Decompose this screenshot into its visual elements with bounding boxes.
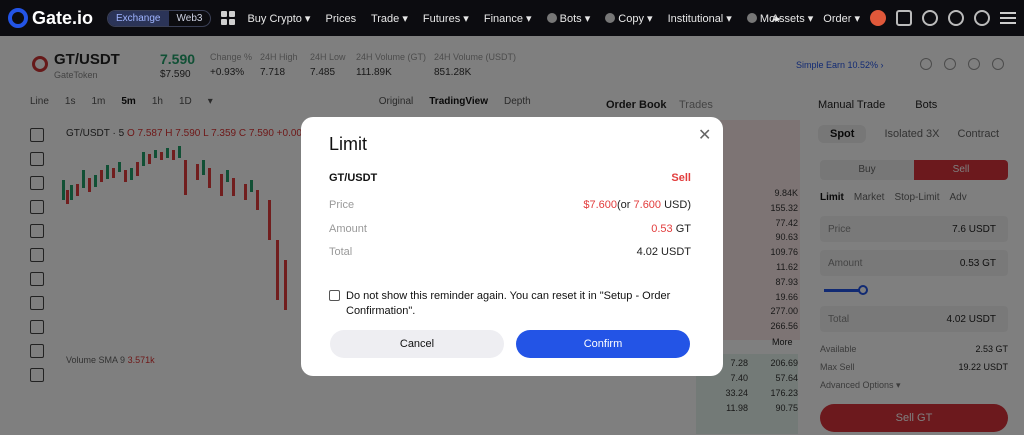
dialog-pair: GT/USDT xyxy=(329,172,378,184)
segment-exchange[interactable]: Exchange xyxy=(108,10,169,26)
close-icon[interactable]: ✕ xyxy=(698,125,711,145)
copy-icon xyxy=(605,12,616,23)
logo-icon xyxy=(8,8,28,28)
avatar[interactable] xyxy=(870,10,886,26)
limit-confirm-dialog: Limit ✕ GT/USDT Sell Price $7.600(or 7.6… xyxy=(301,117,723,376)
nav-finance[interactable]: Finance ▾ xyxy=(484,13,532,25)
cancel-button[interactable]: Cancel xyxy=(330,330,504,358)
segment-web3[interactable]: Web3 xyxy=(169,11,211,26)
dialog-title: Limit xyxy=(329,134,368,154)
nav-assets[interactable]: Assets ▾ xyxy=(772,12,814,25)
reminder-checkbox[interactable] xyxy=(329,290,340,301)
nav-bots[interactable]: Bots ▾ xyxy=(560,13,591,25)
top-right-menu: Assets ▾ Order ▾ xyxy=(772,0,1016,36)
nav-buy-crypto[interactable]: Buy Crypto ▾ xyxy=(247,13,310,25)
notification-icon[interactable] xyxy=(922,10,938,26)
nav-futures[interactable]: Futures ▾ xyxy=(423,13,469,25)
nav-institutional[interactable]: Institutional ▾ xyxy=(668,13,732,25)
nav-trade[interactable]: Trade ▾ xyxy=(371,13,408,25)
download-icon[interactable] xyxy=(896,10,912,26)
more-icon xyxy=(746,12,757,23)
main-nav: Buy Crypto ▾ Prices Trade ▾ Futures ▾ Fi… xyxy=(247,12,792,25)
confirm-button[interactable]: Confirm xyxy=(516,330,690,358)
search-icon[interactable] xyxy=(974,10,990,26)
apps-grid-icon[interactable] xyxy=(221,11,236,25)
reminder-text: Do not show this reminder again. You can… xyxy=(346,290,671,317)
menu-icon[interactable] xyxy=(1000,12,1016,24)
nav-order[interactable]: Order ▾ xyxy=(823,12,860,25)
brand-name: Gate.io xyxy=(32,7,94,28)
dialog-total-row: Total 4.02 USDT xyxy=(329,246,691,258)
exchange-web3-switch[interactable]: Exchange Web3 xyxy=(107,9,212,27)
dialog-amount-row: Amount 0.53 GT xyxy=(329,223,691,235)
nav-prices[interactable]: Prices xyxy=(326,13,357,25)
gateio-logo[interactable]: Gate.io xyxy=(8,8,93,29)
dialog-price-row: Price $7.600(or 7.600 USD) xyxy=(329,199,691,211)
top-nav-bar: Gate.io Exchange Web3 Buy Crypto ▾ Price… xyxy=(0,0,1024,36)
nav-copy[interactable]: Copy ▾ xyxy=(618,13,652,25)
dialog-side: Sell xyxy=(671,172,691,184)
bots-icon xyxy=(546,12,557,23)
settings-icon[interactable] xyxy=(948,10,964,26)
